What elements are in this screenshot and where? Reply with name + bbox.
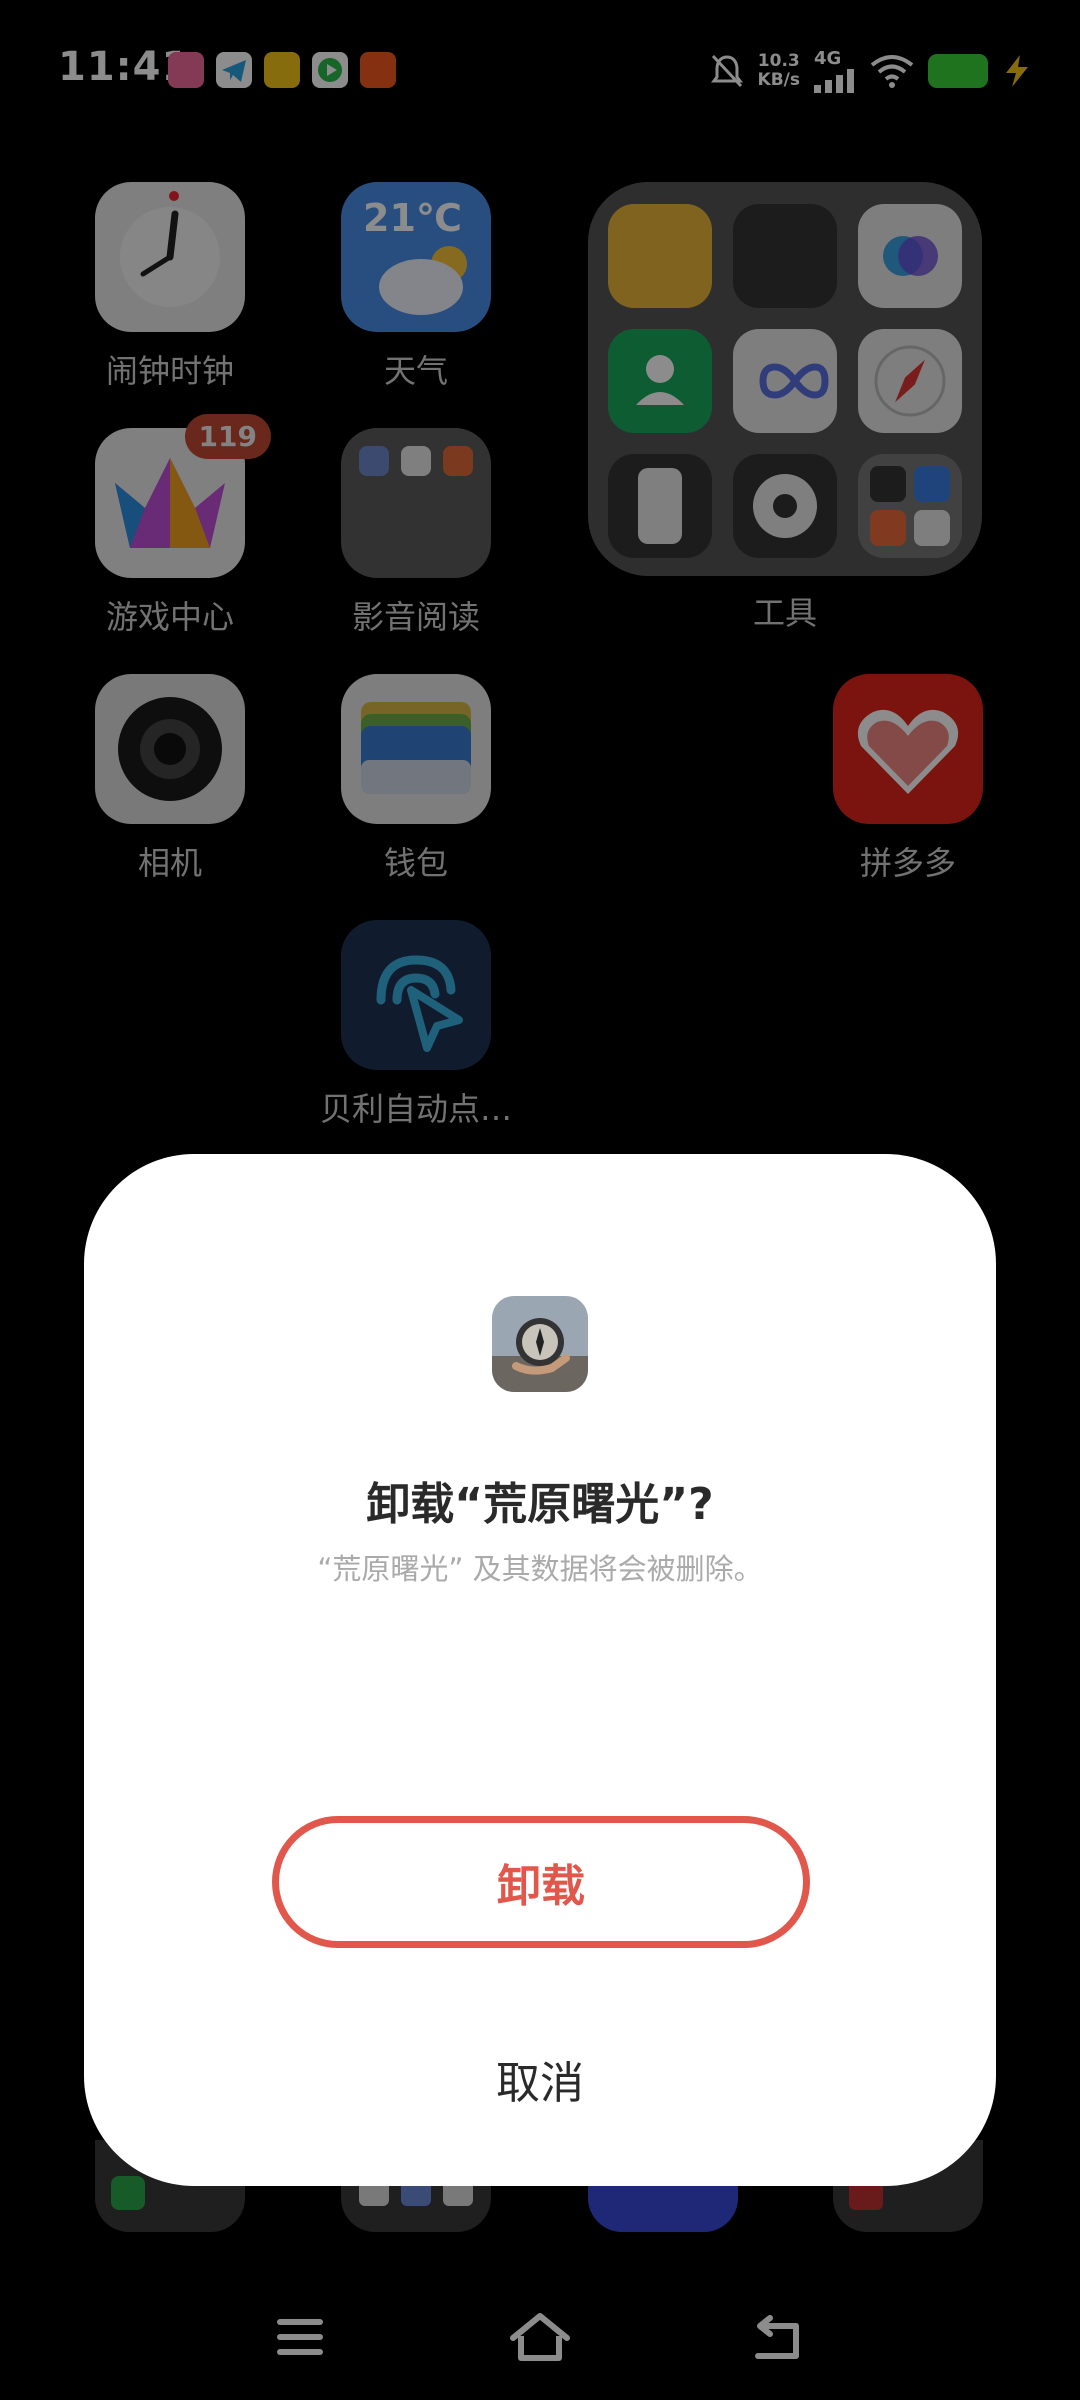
dialog-title: 卸载“荒原曙光”? xyxy=(366,1479,714,1530)
cancel-button[interactable]: 取消 xyxy=(390,2034,690,2124)
uninstall-dialog: 卸载“荒原曙光”? “荒原曙光” 及其数据将会被删除。 卸载 取消 xyxy=(84,1154,996,2186)
dialog-subtitle: “荒原曙光” 及其数据将会被删除。 xyxy=(317,1552,763,1586)
app-thumbnail-icon xyxy=(492,1296,588,1392)
uninstall-button[interactable]: 卸载 xyxy=(272,1816,810,1948)
